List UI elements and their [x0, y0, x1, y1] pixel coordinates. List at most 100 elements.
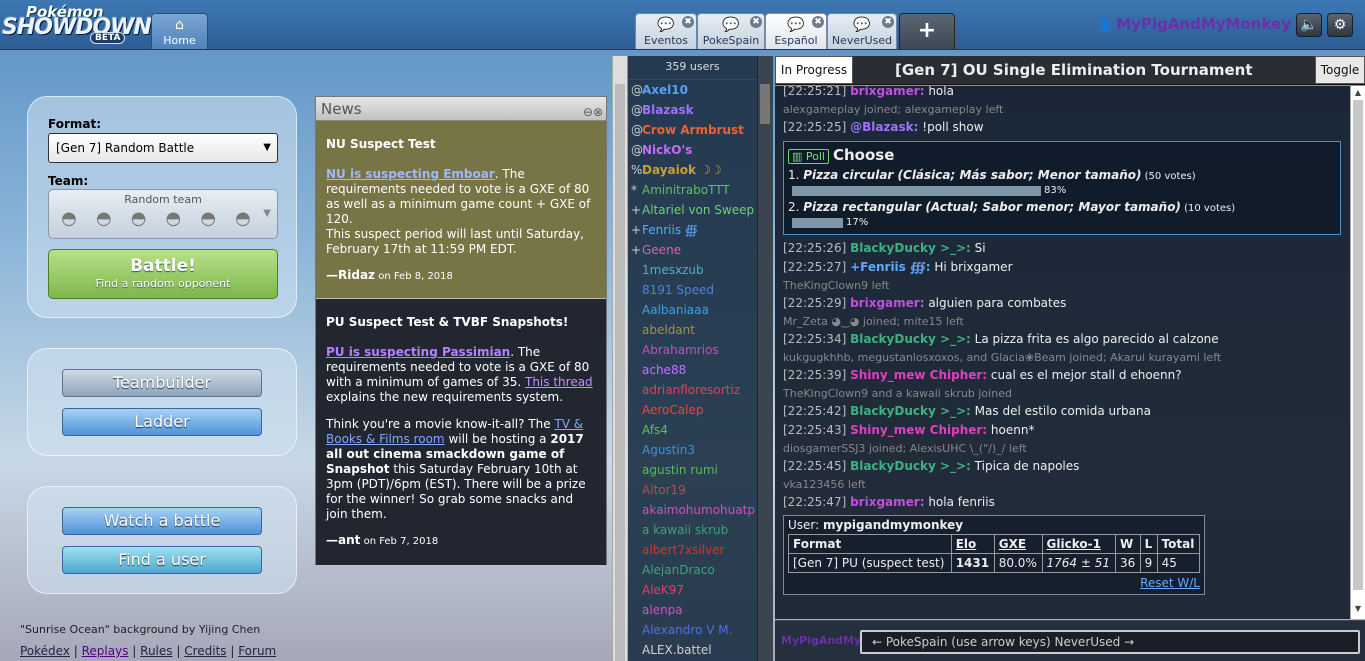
scroll-thumb[interactable] — [760, 84, 770, 124]
minimize-icon[interactable]: ⊖ — [583, 105, 593, 119]
user-list-item[interactable]: ALEX.battel — [628, 640, 757, 660]
main-scrollbar[interactable] — [612, 56, 627, 661]
chat-username[interactable]: BlackyDucky >_>: — [850, 404, 971, 418]
chat-username[interactable]: @Blazask: — [850, 120, 918, 134]
chat-username[interactable]: brixgamer: — [850, 86, 924, 98]
user-list-item[interactable]: %Dayaiok ☽☽ — [628, 160, 757, 180]
join-leave-message: kukgugkhhb, megustanlosxoxos, and Glacia… — [783, 351, 1222, 364]
user-list-item[interactable]: alenpa — [628, 600, 757, 620]
chat-username[interactable]: Shiny_mew Chipher: — [850, 368, 987, 382]
close-icon[interactable]: ✖ — [812, 16, 824, 28]
settings-button[interactable]: ⚙ — [1327, 13, 1353, 37]
user-list-item[interactable]: @Crow Armbrust — [628, 120, 757, 140]
user-list-item[interactable]: Abrahamrios — [628, 340, 757, 360]
sound-button[interactable]: 🔈 — [1296, 13, 1322, 37]
user-list-item[interactable]: +Altariel von Sweep — [628, 200, 757, 220]
user-list-item[interactable]: abeldant — [628, 320, 757, 340]
credits-link[interactable]: Credits — [184, 644, 226, 658]
user-count[interactable]: 359 users — [628, 56, 757, 80]
format-select[interactable]: [Gen 7] Random Battle ▼ — [48, 133, 278, 163]
find-user-button[interactable]: Find a user — [62, 546, 262, 574]
user-list-item[interactable]: agustin rumi — [628, 460, 757, 480]
chat-username[interactable]: BlackyDucky >_>: — [850, 241, 971, 255]
user-list-item[interactable]: AlejanDraco — [628, 560, 757, 580]
teambuilder-button[interactable]: Teambuilder — [62, 369, 262, 397]
chat-username[interactable]: BlackyDucky >_>: — [850, 332, 971, 346]
new-tab-button[interactable]: + — [899, 13, 955, 49]
poll-option[interactable]: 1. Pizza circular (Clásica; Más sabor; M… — [788, 168, 1336, 182]
scroll-up-icon[interactable]: ▲ — [1351, 88, 1365, 97]
stats-header-gxe[interactable]: GXE — [993, 534, 1043, 554]
chat-message: [22:25:26] BlackyDucky >_>: Si — [775, 239, 1350, 258]
user-menu[interactable]: 👤 MyPigAndMyMonkey — [1097, 15, 1291, 33]
user-list-item[interactable]: Agustin3 — [628, 440, 757, 460]
replays-link[interactable]: Replays — [82, 644, 129, 658]
tab-pokespain[interactable]: 💬 PokeSpain ✖ — [697, 13, 765, 49]
user-list-item[interactable]: Alexandro V M. — [628, 620, 757, 640]
scroll-thumb[interactable] — [1353, 100, 1363, 590]
battle-button[interactable]: Battle! Find a random opponent — [48, 249, 278, 299]
chat-username[interactable]: brixgamer: — [850, 495, 924, 509]
chat-username[interactable]: brixgamer: — [850, 296, 924, 310]
user-list-item[interactable]: ache88 — [628, 360, 757, 380]
user-name: Abrahamrios — [642, 343, 719, 357]
message-text: hoenn* — [987, 423, 1035, 437]
user-list-item[interactable]: Afs4 — [628, 420, 757, 440]
user-list-item[interactable]: AeroCalep — [628, 400, 757, 420]
user-list-item[interactable]: 1mesxzub — [628, 260, 757, 280]
team-select[interactable]: Random team ◓ ◓ ◓ ◓ ◓ ◓ ▼ — [48, 189, 278, 239]
watch-battle-button[interactable]: Watch a battle — [62, 507, 262, 535]
ladder-button[interactable]: Ladder — [62, 408, 262, 436]
stats-header-glicko-1[interactable]: Glicko-1 — [1041, 534, 1117, 554]
user-list-item[interactable]: * AminitraboTTT — [628, 180, 757, 200]
in-progress-button[interactable]: In Progress — [775, 56, 853, 84]
builder-menu: Teambuilder Ladder — [27, 348, 297, 456]
chat-username[interactable]: MyPigAndMy — [781, 634, 861, 647]
stats-header-elo[interactable]: Elo — [950, 534, 995, 554]
userlist-scrollbar[interactable] — [758, 56, 773, 661]
close-icon[interactable]: ✖ — [882, 16, 894, 28]
user-list-item[interactable]: @Blazask — [628, 100, 757, 120]
tab-home[interactable]: ⌂ Home — [151, 13, 208, 49]
news-text: explains the new requirements system. — [326, 390, 564, 404]
user-list-item[interactable]: Aalbaniaaa — [628, 300, 757, 320]
user-list-item[interactable]: akaimohumohuatp — [628, 500, 757, 520]
scroll-thumb[interactable] — [615, 84, 625, 661]
news-link[interactable]: NU is suspecting Emboar — [326, 167, 495, 181]
user-list-item[interactable]: albert7xsilver — [628, 540, 757, 560]
news-link[interactable]: This thread — [525, 375, 593, 389]
tab-espanol[interactable]: 💬 Español ✖ — [765, 13, 827, 49]
reset-wl-link[interactable]: Reset W/L — [788, 576, 1200, 590]
toggle-button[interactable]: Toggle — [1315, 56, 1365, 84]
user-list-item[interactable]: Aitor19 — [628, 480, 757, 500]
news-text: This suspect period will last until Satu… — [326, 227, 584, 256]
chat-input[interactable]: ← PokeSpain (use arrow keys) NeverUsed → — [860, 630, 1360, 654]
user-list-item[interactable]: +Geene — [628, 240, 757, 260]
user-list-item[interactable]: adrianfloresortiz — [628, 380, 757, 400]
chat-username[interactable]: +Fenriis ∰: — [850, 260, 930, 274]
tab-eventos[interactable]: 💬 Eventos ✖ — [635, 13, 697, 49]
user-name: NickO's — [642, 143, 693, 157]
user-list-item[interactable]: 8191 Speed — [628, 280, 757, 300]
close-icon[interactable]: ✖ — [682, 16, 694, 28]
poll-option[interactable]: 2. Pizza rectangular (Actual; Sabor meno… — [788, 200, 1336, 214]
scroll-down-icon[interactable]: ▼ — [1351, 604, 1365, 613]
showdown-logo[interactable]: Pokémon SHOWDOWN! BETA — [2, 2, 161, 46]
close-icon[interactable]: ⊗ — [593, 105, 603, 119]
tab-neverused[interactable]: 💬 NeverUsed ✖ — [827, 13, 897, 49]
news-link[interactable]: PU is suspecting Passimian — [326, 345, 510, 359]
chat-scrollbar[interactable]: ▲ ▼ — [1350, 86, 1365, 619]
chat-username[interactable]: Shiny_mew Chipher: — [850, 423, 987, 437]
forum-link[interactable]: Forum — [238, 644, 276, 658]
pokedex-link[interactable]: Pokédex — [20, 644, 70, 658]
user-name: a kawaii skrub — [642, 523, 729, 537]
close-icon[interactable]: ✖ — [750, 16, 762, 28]
user-list-item[interactable]: @NickO's — [628, 140, 757, 160]
separator: | — [128, 644, 141, 658]
user-list-item[interactable]: AleK97 — [628, 580, 757, 600]
user-list-item[interactable]: a kawaii skrub — [628, 520, 757, 540]
user-list-item[interactable]: +Fenriis ∰ — [628, 220, 757, 240]
rules-link[interactable]: Rules — [140, 644, 172, 658]
chat-username[interactable]: BlackyDucky >_>: — [850, 459, 971, 473]
user-list-item[interactable]: @Axel10 — [628, 80, 757, 100]
